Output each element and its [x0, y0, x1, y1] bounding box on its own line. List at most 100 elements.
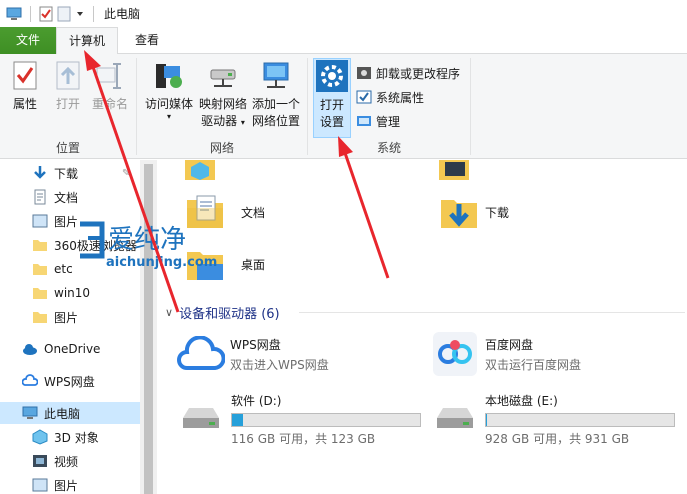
- watermark-mark-icon: 爱纯净 aichunjing.com: [80, 221, 217, 270]
- nav-item-label: 下载: [54, 166, 79, 181]
- tab-computer[interactable]: 计算机: [56, 27, 118, 55]
- manage-icon: [356, 113, 372, 129]
- drive-e-tile[interactable]: 本地磁盘 (E:) 928 GB 可用，共 931 GB: [433, 392, 675, 447]
- chevron-down-icon: ▾: [166, 112, 171, 121]
- content-pane: 文档 下载 桌面 ∨ 设备和驱动器 (6) WPS网盘 双击进入WPS网盘 百度…: [157, 160, 687, 494]
- nav-item-win10[interactable]: win10: [0, 282, 140, 304]
- uninstall-icon: [356, 65, 372, 81]
- film-icon: [32, 453, 48, 469]
- nav-item-onedrive[interactable]: OneDrive: [0, 338, 140, 360]
- download-arrow-icon: [32, 165, 48, 181]
- baidu-drive-sub: 双击运行百度网盘: [485, 358, 582, 372]
- chevron-down-icon[interactable]: [75, 9, 85, 19]
- section-divider: [299, 312, 685, 313]
- baidu-drive-name: 百度网盘: [485, 338, 534, 352]
- map-network-drive-button[interactable]: 映射网络 驱动器 ▾: [195, 58, 251, 131]
- add-network-location-button[interactable]: 添加一个 网络位置: [247, 58, 305, 130]
- access-media-label: 访问媒体: [144, 97, 193, 111]
- wps-drive-sub: 双击进入WPS网盘: [230, 358, 329, 372]
- toolbar-divider: [30, 5, 31, 22]
- documents-folder-label: 文档: [241, 205, 266, 220]
- map-drive-label-line1: 映射网络: [198, 97, 247, 111]
- properties-button[interactable]: 属性: [6, 58, 44, 113]
- computer-icon: [22, 405, 38, 421]
- open-settings-button[interactable]: 打开 设置: [313, 58, 351, 138]
- folder-icon: [32, 237, 48, 253]
- nav-item-3d-objects[interactable]: 3D 对象: [0, 426, 140, 448]
- folder-icon: [32, 261, 48, 277]
- drive-e-usage-fill: [486, 414, 487, 426]
- drive-d-sub: 116 GB 可用，共 123 GB: [231, 432, 376, 446]
- nav-item-videos[interactable]: 视频: [0, 450, 140, 472]
- nav-item-wps-drive[interactable]: WPS网盘: [0, 370, 140, 392]
- nav-scrollbar[interactable]: [140, 160, 157, 494]
- nav-item-label: etc: [54, 262, 73, 276]
- nav-item-pictures-folder[interactable]: 图片: [0, 306, 140, 328]
- wps-drive-name: WPS网盘: [230, 338, 281, 352]
- cloud-icon: [22, 341, 38, 357]
- new-folder-icon[interactable]: [57, 6, 71, 22]
- open-button[interactable]: 打开: [50, 58, 86, 113]
- computer-icon[interactable]: [6, 7, 22, 21]
- nav-item-label: 视频: [54, 454, 79, 469]
- system-properties-button[interactable]: 系统属性: [356, 86, 424, 108]
- hard-drive-icon: [437, 408, 473, 428]
- baidu-drive-tile[interactable]: 百度网盘 双击运行百度网盘: [433, 332, 581, 376]
- nav-item-pictures-library[interactable]: 图片: [0, 474, 140, 494]
- 3d-objects-folder-partial[interactable]: [185, 160, 215, 180]
- location-group-label: 位置: [55, 141, 80, 155]
- manage-button[interactable]: 管理: [356, 110, 400, 132]
- folder-icon: [32, 309, 48, 325]
- watermark-url: aichunjing.com: [106, 255, 217, 270]
- location-group: 属性 打开 重命名 位置: [0, 54, 136, 159]
- nav-item-label: 图片: [54, 478, 79, 493]
- tab-file[interactable]: 文件: [0, 27, 56, 54]
- open-settings-label-line1: 打开: [319, 98, 344, 112]
- drive-e-name: 本地磁盘 (E:): [485, 394, 558, 408]
- nav-item-this-pc[interactable]: 此电脑: [0, 402, 140, 424]
- drive-d-tile[interactable]: 软件 (D:) 116 GB 可用，共 123 GB: [179, 392, 421, 447]
- downloads-folder-icon: [441, 200, 477, 228]
- wps-drive-tile[interactable]: WPS网盘 双击进入WPS网盘: [177, 336, 329, 373]
- toolbar-divider: [93, 5, 94, 22]
- system-group-label: 系统: [376, 141, 401, 155]
- network-drive-icon: [206, 58, 240, 92]
- manage-label: 管理: [376, 114, 401, 129]
- drive-d-usage-fill: [232, 414, 243, 426]
- devices-section-title: 设备和驱动器 (6): [179, 307, 280, 322]
- file-explorer-window: 此电脑 文件 计算机 查看 属性 打开 重命名 位置 访问媒体 ▾ 映射网络 驱…: [0, 0, 687, 494]
- drive-d-name: 软件 (D:): [231, 394, 282, 408]
- tab-view[interactable]: 查看: [125, 27, 169, 54]
- nav-item-documents[interactable]: 文档: [0, 186, 140, 208]
- downloads-folder-label: 下载: [485, 205, 510, 220]
- uninstall-label: 卸载或更改程序: [376, 66, 461, 81]
- drive-d-usage-bar: [231, 413, 421, 427]
- quick-access-toolbar: [6, 0, 98, 27]
- downloads-folder[interactable]: 下载: [439, 192, 509, 232]
- window-title: 此电脑: [104, 7, 141, 21]
- system-properties-icon: [356, 89, 372, 105]
- nav-item-label: win10: [54, 286, 91, 300]
- cube-icon: [185, 160, 215, 180]
- uninstall-program-button[interactable]: 卸载或更改程序: [356, 62, 460, 84]
- properties-check-icon[interactable]: [39, 6, 53, 22]
- chevron-down-icon: ∨: [165, 306, 174, 319]
- rename-button[interactable]: 重命名: [90, 58, 130, 113]
- drive-e-sub: 928 GB 可用，共 931 GB: [485, 432, 630, 446]
- devices-section-header[interactable]: ∨ 设备和驱动器 (6): [165, 303, 280, 322]
- watermark-logo: 爱纯净 aichunjing.com: [76, 214, 226, 270]
- wps-cloud-icon: [177, 336, 225, 370]
- hard-drive-icon: [183, 408, 219, 428]
- videos-folder-partial[interactable]: [439, 160, 469, 180]
- properties-label: 属性: [12, 97, 37, 111]
- nav-item-label: 此电脑: [44, 406, 81, 421]
- ribbon: 属性 打开 重命名 位置 访问媒体 ▾ 映射网络 驱动器 ▾ 添加一个 网络位置…: [0, 54, 687, 159]
- wps-cloud-icon: [21, 373, 39, 389]
- access-media-button[interactable]: 访问媒体 ▾: [141, 58, 197, 121]
- gear-icon: [315, 59, 349, 93]
- nav-item-label: OneDrive: [44, 342, 101, 356]
- film-icon: [439, 160, 469, 180]
- network-location-icon: [259, 58, 293, 92]
- nav-item-downloads[interactable]: 下载 ✎: [0, 162, 140, 184]
- add-location-label-line1: 添加一个: [251, 97, 300, 111]
